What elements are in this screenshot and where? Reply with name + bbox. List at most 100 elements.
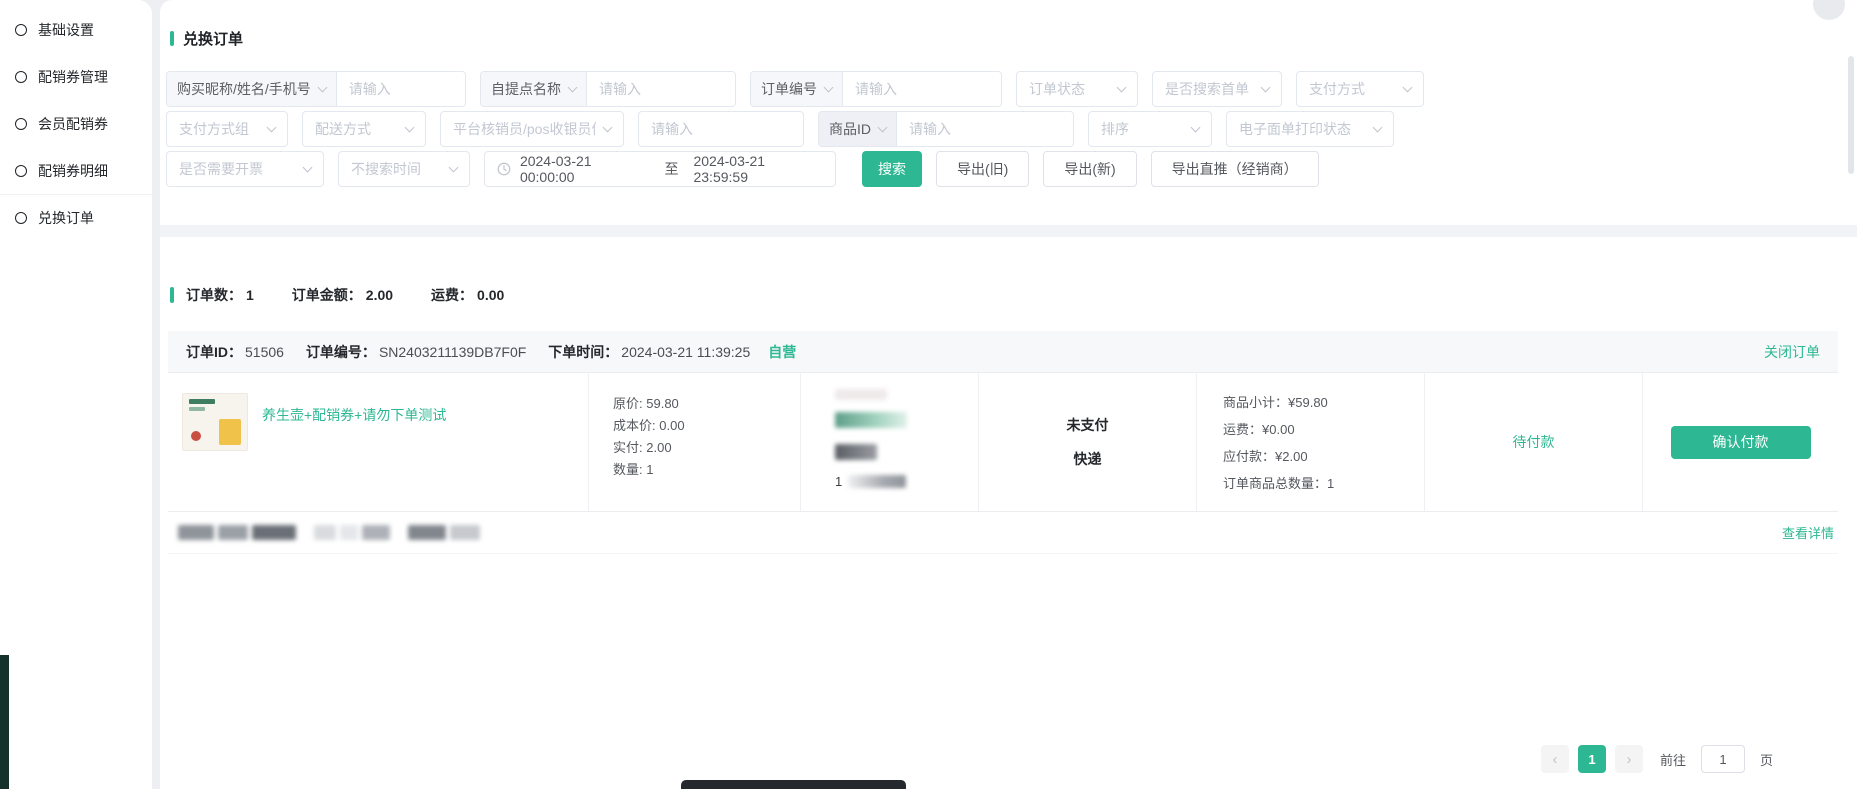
summary-order-amount-value: 2.00 bbox=[366, 287, 393, 303]
order-time-label: 下单时间： bbox=[548, 342, 618, 362]
first-order-select[interactable]: 是否搜索首单 bbox=[1152, 71, 1282, 107]
radio-circle-icon bbox=[15, 71, 27, 83]
pickup-filter-select[interactable]: 自提点名称 bbox=[481, 72, 587, 106]
sidebar-item-label: 兑换订单 bbox=[38, 208, 94, 228]
order-no-filter-input[interactable] bbox=[843, 72, 1001, 106]
state-cell: 待付款 bbox=[1424, 373, 1642, 511]
scrollbar-thumb[interactable] bbox=[1848, 56, 1854, 174]
chevron-down-icon bbox=[1117, 82, 1127, 92]
section-divider bbox=[160, 225, 1857, 237]
verifier-input[interactable] bbox=[638, 111, 804, 147]
order-state-badge: 待付款 bbox=[1513, 432, 1555, 452]
product-cell: 养生壶+配销券+请勿下单测试 bbox=[168, 373, 588, 511]
chevron-down-icon bbox=[317, 82, 327, 92]
buyer-filter-input[interactable] bbox=[337, 72, 465, 106]
sidebar-item-exchange-orders[interactable]: 兑换订单 bbox=[0, 194, 152, 241]
recipient-redacted-info bbox=[178, 525, 480, 540]
export-new-button[interactable]: 导出(新) bbox=[1043, 151, 1136, 187]
summary-freight: 运费：0.00 bbox=[427, 285, 504, 305]
sidebar-item-basic-settings[interactable]: 基础设置 bbox=[0, 6, 152, 53]
buyer-cell: 1 bbox=[800, 373, 978, 511]
order-status-select[interactable]: 订单状态 bbox=[1016, 71, 1138, 107]
chevron-down-icon bbox=[405, 122, 415, 132]
product-image[interactable] bbox=[182, 393, 248, 451]
action-cell: 确认付款 bbox=[1642, 373, 1838, 511]
chevron-down-icon bbox=[267, 122, 277, 132]
summary-freight-value: 0.00 bbox=[477, 287, 504, 303]
summary-freight-label: 运费： bbox=[431, 287, 473, 303]
pickup-filter-select-label: 自提点名称 bbox=[491, 79, 561, 99]
time-mode-select[interactable]: 不搜索时间 bbox=[338, 151, 470, 187]
chevron-down-icon bbox=[878, 122, 888, 132]
sidebar-item-coupon-management[interactable]: 配销券管理 bbox=[0, 53, 152, 100]
page-unit-label: 页 bbox=[1760, 750, 1773, 769]
price-cell: 原价: 59.80 成本价: 0.00 实付: 2.00 数量: 1 bbox=[588, 373, 800, 511]
order-sn-label: 订单编号： bbox=[306, 342, 376, 362]
pay-group-select[interactable]: 支付方式组 bbox=[166, 111, 288, 147]
product-name-link[interactable]: 养生壶+配销券+请勿下单测试 bbox=[262, 405, 446, 425]
date-range-start: 2024-03-21 00:00:00 bbox=[520, 153, 650, 185]
verifier-select-label: 平台核销员/pos收银员信 bbox=[453, 119, 596, 139]
dock-indicator bbox=[681, 780, 906, 789]
buyer-filter-select[interactable]: 购买昵称/姓名/手机号 bbox=[167, 72, 337, 106]
screen-edge-strip bbox=[0, 655, 9, 789]
chevron-down-icon bbox=[303, 162, 313, 172]
sidebar-item-label: 配销券明细 bbox=[38, 161, 108, 181]
buyer-qty-row: 1 bbox=[835, 474, 978, 489]
main-panel: 兑换订单 购买昵称/姓名/手机号 自提点名称 订单编号 bbox=[160, 0, 1857, 789]
eprint-status-select[interactable]: 电子面单打印状态 bbox=[1226, 111, 1394, 147]
chevron-down-icon bbox=[568, 82, 578, 92]
radio-circle-icon bbox=[15, 212, 27, 224]
sidebar-item-coupon-detail[interactable]: 配销券明细 bbox=[0, 147, 152, 194]
order-no-filter-select[interactable]: 订单编号 bbox=[751, 72, 843, 106]
radio-circle-icon bbox=[15, 118, 27, 130]
close-order-link[interactable]: 关闭订单 bbox=[1764, 342, 1820, 362]
prev-page-button[interactable]: ‹ bbox=[1541, 745, 1569, 773]
next-page-button[interactable]: › bbox=[1615, 745, 1643, 773]
filter-row-3: 是否需要开票 不搜索时间 2024-03-21 00:00:00 至 2024-… bbox=[166, 151, 1837, 187]
confirm-payment-button[interactable]: 确认付款 bbox=[1671, 426, 1811, 459]
product-id-filter-select-label: 商品ID bbox=[829, 119, 871, 139]
pay-method-select-label: 支付方式 bbox=[1309, 79, 1365, 99]
sort-select[interactable]: 排序 bbox=[1088, 111, 1212, 147]
summary-order-amount: 订单金额：2.00 bbox=[288, 285, 393, 305]
order-card-header: 订单ID： 51506 订单编号： SN2403211139DB7F0F 下单时… bbox=[168, 331, 1838, 373]
self-operated-badge: 自营 bbox=[768, 342, 796, 362]
product-id-filter-input[interactable] bbox=[897, 112, 1073, 146]
current-page-button[interactable]: 1 bbox=[1578, 745, 1606, 773]
radio-circle-icon bbox=[15, 165, 27, 177]
radio-circle-icon bbox=[15, 24, 27, 36]
pay-method-select[interactable]: 支付方式 bbox=[1296, 71, 1424, 107]
buyer-redacted-row bbox=[835, 389, 887, 400]
clock-icon bbox=[497, 162, 511, 176]
summary-order-count: 订单数：1 bbox=[182, 285, 254, 305]
date-range-separator: 至 bbox=[664, 159, 678, 179]
export-old-button[interactable]: 导出(旧) bbox=[936, 151, 1029, 187]
summary-order-count-value: 1 bbox=[246, 287, 254, 303]
product-id-filter-select[interactable]: 商品ID bbox=[819, 112, 897, 146]
order-no-filter-select-label: 订单编号 bbox=[761, 79, 817, 99]
verifier-select[interactable]: 平台核销员/pos收银员信 bbox=[440, 111, 624, 147]
invoice-select-label: 是否需要开票 bbox=[179, 159, 263, 179]
date-range-picker[interactable]: 2024-03-21 00:00:00 至 2024-03-21 23:59:5… bbox=[484, 151, 836, 187]
goto-page-input[interactable] bbox=[1701, 745, 1745, 773]
sidebar-item-label: 会员配销券 bbox=[38, 114, 108, 134]
invoice-select[interactable]: 是否需要开票 bbox=[166, 151, 324, 187]
order-id-label: 订单ID： bbox=[186, 342, 242, 362]
view-details-link[interactable]: 查看详情 bbox=[1782, 523, 1834, 542]
buyer-redacted-info bbox=[848, 475, 906, 488]
export-direct-button[interactable]: 导出直推（经销商） bbox=[1151, 151, 1319, 187]
search-button[interactable]: 搜索 bbox=[862, 151, 922, 187]
sidebar-item-label: 基础设置 bbox=[38, 20, 94, 40]
goto-page-label: 前往 bbox=[1660, 750, 1686, 769]
pickup-filter-input[interactable] bbox=[587, 72, 735, 106]
time-mode-select-label: 不搜索时间 bbox=[351, 159, 421, 179]
order-status-select-label: 订单状态 bbox=[1029, 79, 1085, 99]
chevron-down-icon bbox=[603, 122, 613, 132]
date-range-end: 2024-03-21 23:59:59 bbox=[693, 153, 823, 185]
sidebar-item-member-coupon[interactable]: 会员配销券 bbox=[0, 100, 152, 147]
order-summary-bar: 订单数：1 订单金额：2.00 运费：0.00 bbox=[170, 285, 1838, 305]
order-card: 订单ID： 51506 订单编号： SN2403211139DB7F0F 下单时… bbox=[168, 331, 1838, 554]
delivery-select-label: 配送方式 bbox=[315, 119, 371, 139]
delivery-select[interactable]: 配送方式 bbox=[302, 111, 426, 147]
